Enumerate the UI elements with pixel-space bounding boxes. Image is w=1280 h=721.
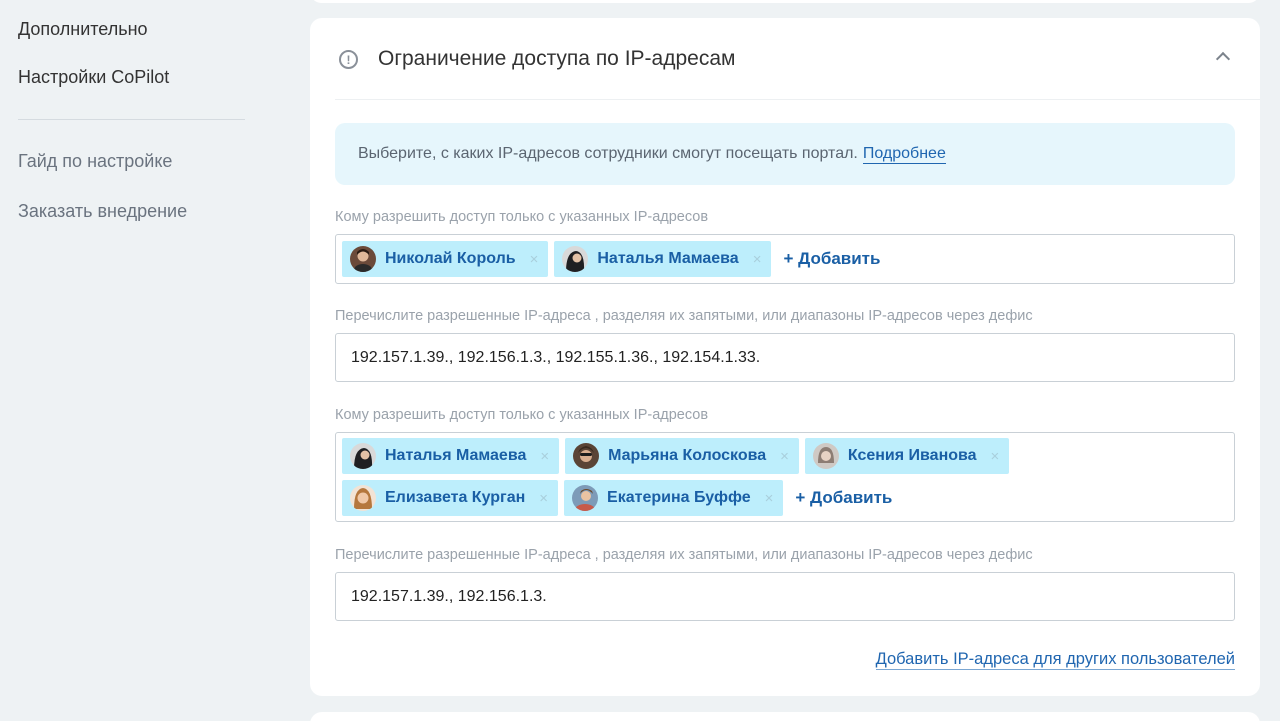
avatar [812,443,839,469]
avatar [562,246,589,272]
previous-section-card [310,0,1260,3]
user-tag: Ксения Иванова × [804,438,1010,474]
remove-user-button[interactable]: × [765,490,774,507]
info-text: Выберите, с каких IP-адресов сотрудники … [358,145,858,162]
users-label: Кому разрешить доступ только с указанных… [335,209,709,225]
user-tag-name: Наталья Мамаева [597,250,739,267]
remove-user-button[interactable]: × [991,448,1000,465]
sidebar-item-setup-guide[interactable]: Гайд по настройке [18,151,172,172]
user-tag: Елизавета Курган × [342,480,559,516]
user-tag-name: Наталья Мамаева [385,447,527,464]
user-tag: Николай Король × [342,241,549,277]
user-tag: Наталья Мамаева × [554,241,772,277]
remove-user-button[interactable]: × [753,251,762,268]
ip-label: Перечислите разрешенные IP-адреса , разд… [335,547,1033,563]
avatar [350,485,376,511]
section-title: Ограничение доступа по IP-адресам [378,47,736,70]
user-tag: Наталья Мамаева × [342,438,560,474]
user-tag-name: Екатерина Буффе [607,489,751,506]
ip-restriction-section: ! Ограничение доступа по IP-адресам Выбе… [310,18,1260,696]
sidebar-item-order-implementation[interactable]: Заказать внедрение [18,201,187,222]
add-ip-for-other-users-link[interactable]: Добавить IP-адреса для других пользовате… [875,650,1235,670]
add-user-button[interactable]: + Добавить [795,488,892,508]
add-user-button[interactable]: + Добавить [783,249,880,269]
sidebar-item-additional[interactable]: Дополнительно [18,19,148,40]
exclamation-circle-icon: ! [339,50,358,69]
sidebar-item-copilot-settings[interactable]: Настройки CoPilot [18,67,169,88]
avatar [350,246,376,272]
more-link[interactable]: Подробнее [862,145,946,164]
header-divider [335,99,1260,100]
users-label: Кому разрешить доступ только с указанных… [335,407,709,423]
remove-user-button[interactable]: × [540,448,549,465]
remove-user-button[interactable]: × [539,490,548,507]
user-tag: Марьяна Колоскова × [565,438,799,474]
user-tag: Екатерина Буффе × [564,480,784,516]
chevron-up-icon[interactable] [1215,51,1231,67]
users-selector[interactable]: Николай Король × Наталья Мамаева × + Доб… [335,234,1235,284]
avatar [573,443,600,469]
avatar [350,443,376,469]
info-banner: Выберите, с каких IP-адресов сотрудники … [335,123,1235,185]
avatar [572,485,599,511]
sidebar-divider [18,119,245,120]
user-tag-name: Елизавета Курган [385,489,526,506]
ip-input[interactable]: 192.157.1.39., 192.156.1.3. [335,572,1235,621]
remove-user-button[interactable]: × [530,251,539,268]
user-tag-name: Николай Король [385,250,516,267]
ip-input[interactable]: 192.157.1.39., 192.156.1.3., 192.155.1.3… [335,333,1235,382]
sidebar: Дополнительно Настройки CoPilot Гайд по … [0,0,290,721]
user-tag-name: Марьяна Колоскова [608,447,767,464]
user-tag-name: Ксения Иванова [847,447,977,464]
section-header[interactable]: ! Ограничение доступа по IP-адресам [310,18,1260,100]
next-section-card [310,712,1260,721]
ip-label: Перечислите разрешенные IP-адреса , разд… [335,308,1033,324]
users-selector[interactable]: Наталья Мамаева × Марьяна Колоскова × Кс… [335,432,1235,522]
remove-user-button[interactable]: × [780,448,789,465]
